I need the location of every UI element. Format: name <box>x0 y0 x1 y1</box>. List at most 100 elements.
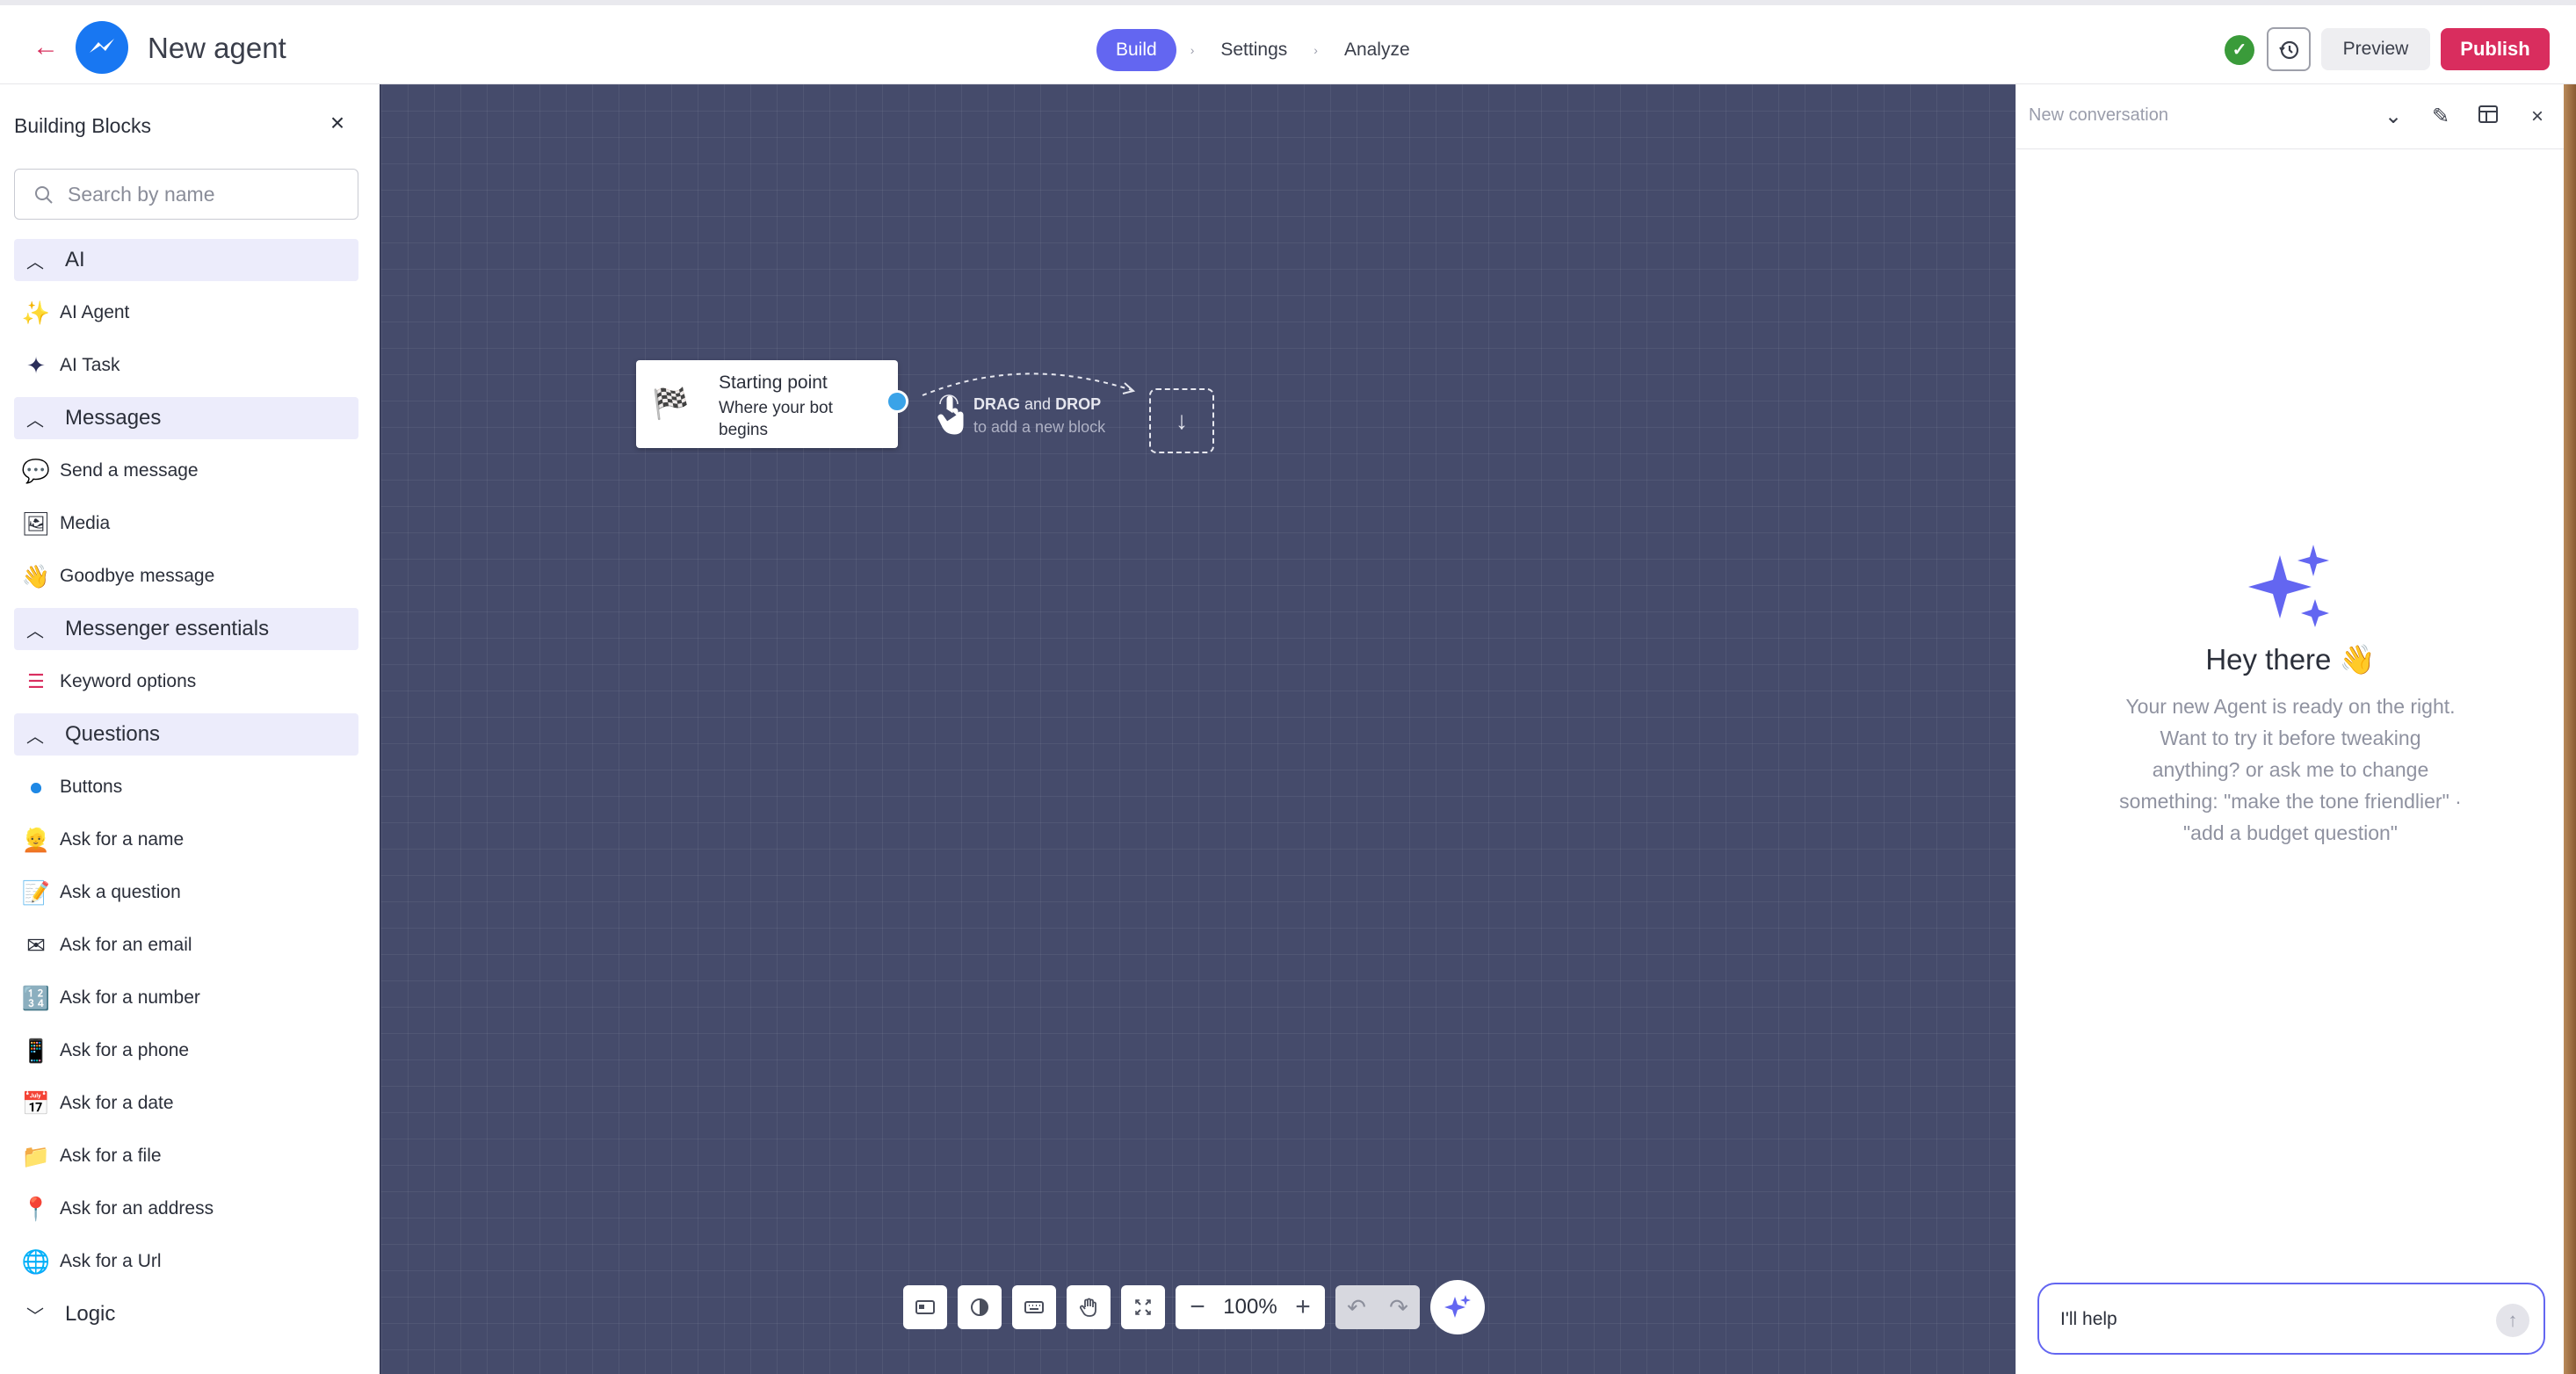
chevron-up-icon: ︿ <box>26 252 44 272</box>
minimap-icon <box>915 1300 935 1314</box>
zoom-control: − 100% + <box>1176 1285 1325 1329</box>
button-icon: ⏺ <box>30 774 42 800</box>
envelope-icon: ✉ <box>26 932 46 958</box>
chevron-right-icon: › <box>1190 43 1195 57</box>
drag-drop-label: DRAG and DROP <box>973 395 1102 413</box>
numbers-icon: 🔢 <box>21 985 51 1011</box>
fit-view-button[interactable] <box>1121 1285 1165 1329</box>
block-media[interactable]: 🖼 Media <box>14 503 358 545</box>
node-subtitle: Where your bot begins <box>719 399 833 439</box>
group-ai[interactable]: ︿ AI <box>14 239 358 281</box>
step-nav: Build › Settings › Analyze <box>1096 28 1422 72</box>
block-ask-number[interactable]: 🔢 Ask for a number <box>14 977 358 1019</box>
block-send-message[interactable]: 💬 Send a message <box>14 450 358 492</box>
flow-canvas[interactable]: 🏁 Starting point Where your bot begins D… <box>380 84 2015 1374</box>
search-box <box>14 169 358 220</box>
node-output-port[interactable] <box>886 390 908 413</box>
group-messages[interactable]: ︿ Messages <box>14 397 358 439</box>
block-ask-url[interactable]: 🌐 Ask for a Url <box>14 1240 358 1283</box>
chevron-up-icon: ︿ <box>26 727 44 747</box>
sparkles-icon <box>1444 1295 1471 1318</box>
undo-redo-group: ↶ ↷ <box>1335 1285 1420 1329</box>
zoom-in-button[interactable]: + <box>1281 1285 1325 1329</box>
check-icon: ✓ <box>2225 35 2254 65</box>
block-ask-file[interactable]: 📁 Ask for a file <box>14 1135 358 1177</box>
keyboard-shortcuts-button[interactable] <box>1012 1285 1056 1329</box>
block-ask-address[interactable]: 📍 Ask for an address <box>14 1188 358 1230</box>
chevron-down-icon[interactable]: ⌄ <box>2380 104 2406 130</box>
top-bar: ← New agent Build › Settings › Analyze ✓… <box>0 0 2576 84</box>
send-arrow-icon[interactable]: ↑ <box>2496 1304 2529 1337</box>
chat-title: New conversation <box>2029 105 2168 125</box>
numbered-list-icon: ☰ <box>27 670 45 692</box>
pin-icon: 📍 <box>21 1196 51 1222</box>
messenger-logo-icon <box>76 21 128 74</box>
arrow-down-icon: ↓ <box>1176 407 1188 434</box>
preview-button[interactable]: Preview <box>2321 28 2430 70</box>
zoom-out-button[interactable]: − <box>1176 1285 1219 1329</box>
edit-icon[interactable]: ✎ <box>2428 104 2454 130</box>
block-ask-question[interactable]: 📝 Ask a question <box>14 871 358 914</box>
agent-title[interactable]: New agent <box>148 32 286 65</box>
close-icon[interactable]: × <box>2524 104 2551 130</box>
node-title: Starting point <box>719 372 828 393</box>
step-analyze[interactable]: Analyze <box>1332 29 1422 71</box>
chevron-down-icon: ﹀ <box>26 1306 44 1327</box>
group-messenger-essentials[interactable]: ︿ Messenger essentials <box>14 608 358 650</box>
redo-icon[interactable]: ↷ <box>1378 1285 1420 1329</box>
publish-button[interactable]: Publish <box>2441 28 2550 70</box>
close-icon[interactable]: × <box>325 111 350 135</box>
fit-view-icon <box>1135 1299 1151 1315</box>
block-keyword-options[interactable]: ☰ Keyword options <box>14 661 358 703</box>
waving-hand-icon: 👋 <box>21 563 51 589</box>
sparkles-icon: ✨ <box>21 300 51 326</box>
memo-icon: 📝 <box>21 879 51 906</box>
block-ask-date[interactable]: 📅 Ask for a date <box>14 1082 358 1125</box>
block-list: ︿ AI ✨ AI Agent ✦ AI Task ︿ Messages 💬 Send a… <box>14 239 358 1346</box>
drop-zone[interactable]: ↓ <box>1149 388 1214 453</box>
speech-bubble-icon: 💬 <box>21 458 51 484</box>
block-ai-agent[interactable]: ✨ AI Agent <box>14 292 358 334</box>
step-settings[interactable]: Settings <box>1208 29 1299 71</box>
chevron-up-icon: ︿ <box>26 621 44 641</box>
window-edge <box>2564 84 2576 1374</box>
history-button[interactable] <box>2267 27 2311 71</box>
block-buttons[interactable]: ⏺ Buttons <box>14 766 358 808</box>
drag-drop-sublabel: to add a new block <box>973 418 1106 436</box>
contrast-button[interactable] <box>958 1285 1002 1329</box>
block-ai-task[interactable]: ✦ AI Task <box>14 344 358 387</box>
phone-icon: 📱 <box>21 1038 51 1064</box>
starting-point-node[interactable]: 🏁 Starting point Where your bot begins <box>636 360 898 448</box>
building-blocks-sidebar: Building Blocks × ︿AI ✨AI Agent ✦AI Task… <box>0 84 380 1374</box>
person-icon: 👱 <box>21 827 51 853</box>
step-build[interactable]: Build <box>1096 29 1176 71</box>
sidebar-title: Building Blocks <box>14 114 151 137</box>
contrast-icon <box>971 1298 988 1316</box>
search-icon <box>35 186 53 204</box>
ai-assistant-button[interactable] <box>1430 1280 1485 1334</box>
minimap-button[interactable] <box>903 1285 947 1329</box>
group-logic[interactable]: ﹀ Logic <box>14 1293 358 1335</box>
chat-panel: New conversation ⌄ ✎ × Hey there 👋 Your … <box>2015 84 2565 1374</box>
undo-icon[interactable]: ↶ <box>1335 1285 1378 1329</box>
back-arrow-icon[interactable]: ← <box>30 32 62 63</box>
block-ask-email[interactable]: ✉ Ask for an email <box>14 924 358 966</box>
folder-icon: 📁 <box>21 1143 51 1169</box>
canvas-toolbar: − 100% + ↶ ↷ <box>903 1280 1485 1334</box>
chevron-up-icon: ︿ <box>26 410 44 430</box>
chat-input[interactable] <box>2060 1304 2482 1335</box>
chat-header: New conversation ⌄ ✎ × <box>2016 84 2565 149</box>
layout-icon[interactable] <box>2475 104 2501 130</box>
globe-icon: 🌐 <box>21 1248 51 1275</box>
history-icon <box>2279 40 2299 60</box>
calendar-icon: 📅 <box>21 1090 51 1117</box>
block-ask-name[interactable]: 👱 Ask for a name <box>14 819 358 861</box>
search-input[interactable] <box>68 178 349 210</box>
chevron-right-icon: › <box>1313 43 1318 57</box>
block-ask-phone[interactable]: 📱 Ask for a phone <box>14 1030 358 1072</box>
block-goodbye-message[interactable]: 👋 Goodbye message <box>14 555 358 597</box>
group-questions[interactable]: ︿ Questions <box>14 713 358 756</box>
chat-intro-text: Your new Agent is ready on the right. Wa… <box>2119 695 2462 844</box>
zoom-level: 100% <box>1223 1295 1277 1319</box>
pan-tool-button[interactable] <box>1067 1285 1111 1329</box>
